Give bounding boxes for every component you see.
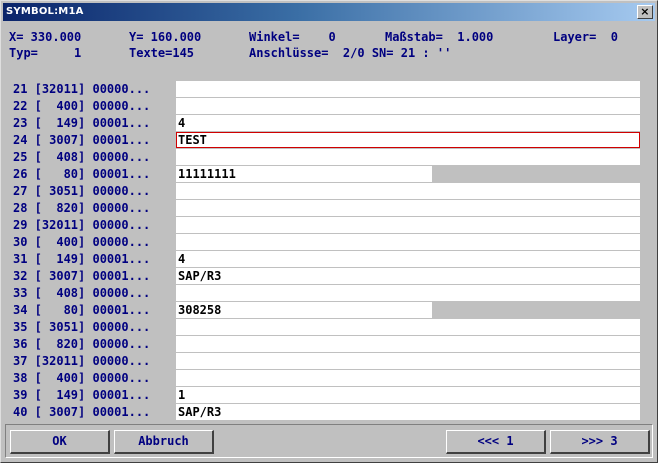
ok-button[interactable]: OK: [10, 430, 110, 454]
row-label: 32 [ 3007] 00001...: [13, 269, 151, 283]
row-label: 40 [ 3007] 00001...: [13, 405, 151, 419]
winkel-value: Winkel= 0: [249, 30, 336, 44]
row-label: 28 [ 820] 00000...: [13, 201, 151, 215]
row-label: 29 [32011] 00000...: [13, 218, 151, 232]
row-label: 31 [ 149] 00001...: [13, 252, 151, 266]
row-text-field[interactable]: [176, 217, 640, 233]
button-bar: OK Abbruch <<< 1 >>> 3: [5, 424, 653, 458]
typ-value: Typ= 1: [9, 46, 82, 60]
row-text-field[interactable]: TEST: [176, 132, 640, 148]
row-label: 38 [ 400] 00000...: [13, 371, 151, 385]
row-label: 24 [ 3007] 00001...: [13, 133, 151, 147]
symbol-dialog: SYMBOL:M1A × X= 330.000 Y= 160.000 Winke…: [0, 0, 658, 463]
texte-value: Texte=145: [129, 46, 195, 60]
row-label: 39 [ 149] 00001...: [13, 388, 151, 402]
row-text-field[interactable]: [176, 200, 640, 216]
row-text-field[interactable]: [176, 98, 640, 114]
row-label: 36 [ 820] 00000...: [13, 337, 151, 351]
row-text-field[interactable]: 11111111: [176, 166, 432, 182]
row-text-field[interactable]: SAP/R3: [176, 268, 640, 284]
previous-page-button[interactable]: <<< 1: [446, 430, 546, 454]
row-text-field[interactable]: [176, 183, 640, 199]
abbruch-button[interactable]: Abbruch: [114, 430, 214, 454]
row-text-field[interactable]: [176, 234, 640, 250]
row-label: 21 [32011] 00000...: [13, 82, 151, 96]
row-text-field[interactable]: SAP/R3: [176, 404, 640, 420]
row-text-field[interactable]: 308258: [176, 302, 432, 318]
layer-value: Layer= 0: [553, 30, 619, 44]
row-text-field[interactable]: 4: [176, 251, 640, 267]
title-bar[interactable]: SYMBOL:M1A ×: [3, 3, 655, 21]
close-icon: ×: [640, 5, 650, 18]
row-label: 23 [ 149] 00001...: [13, 116, 151, 130]
row-label: 35 [ 3051] 00000...: [13, 320, 151, 334]
window-title: SYMBOL:M1A: [6, 6, 84, 17]
next-page-button[interactable]: >>> 3: [550, 430, 650, 454]
row-label: 37 [32011] 00000...: [13, 354, 151, 368]
row-text-field[interactable]: [176, 353, 640, 369]
row-label: 34 [ 80] 00001...: [13, 303, 151, 317]
row-text-field[interactable]: [176, 285, 640, 301]
row-label: 22 [ 400] 00000...: [13, 99, 151, 113]
anschluesse-value: Anschlüsse= 2/0 SN= 21 : '': [249, 46, 452, 60]
row-text-field[interactable]: [176, 319, 640, 335]
row-label: 33 [ 408] 00000...: [13, 286, 151, 300]
row-label: 25 [ 408] 00000...: [13, 150, 151, 164]
row-text-field[interactable]: [176, 370, 640, 386]
massstab-value: Maßstab= 1.000: [385, 30, 494, 44]
row-text-field[interactable]: 1: [176, 387, 640, 403]
x-coordinate: X= 330.000: [9, 30, 82, 44]
close-button[interactable]: ×: [637, 5, 653, 19]
row-label: 26 [ 80] 00001...: [13, 167, 151, 181]
row-text-field[interactable]: 4: [176, 115, 640, 131]
row-text-field[interactable]: [176, 149, 640, 165]
row-text-field[interactable]: [176, 81, 640, 97]
row-text-field[interactable]: [176, 336, 640, 352]
row-label: 30 [ 400] 00000...: [13, 235, 151, 249]
row-label: 27 [ 3051] 00000...: [13, 184, 151, 198]
y-coordinate: Y= 160.000: [129, 30, 202, 44]
